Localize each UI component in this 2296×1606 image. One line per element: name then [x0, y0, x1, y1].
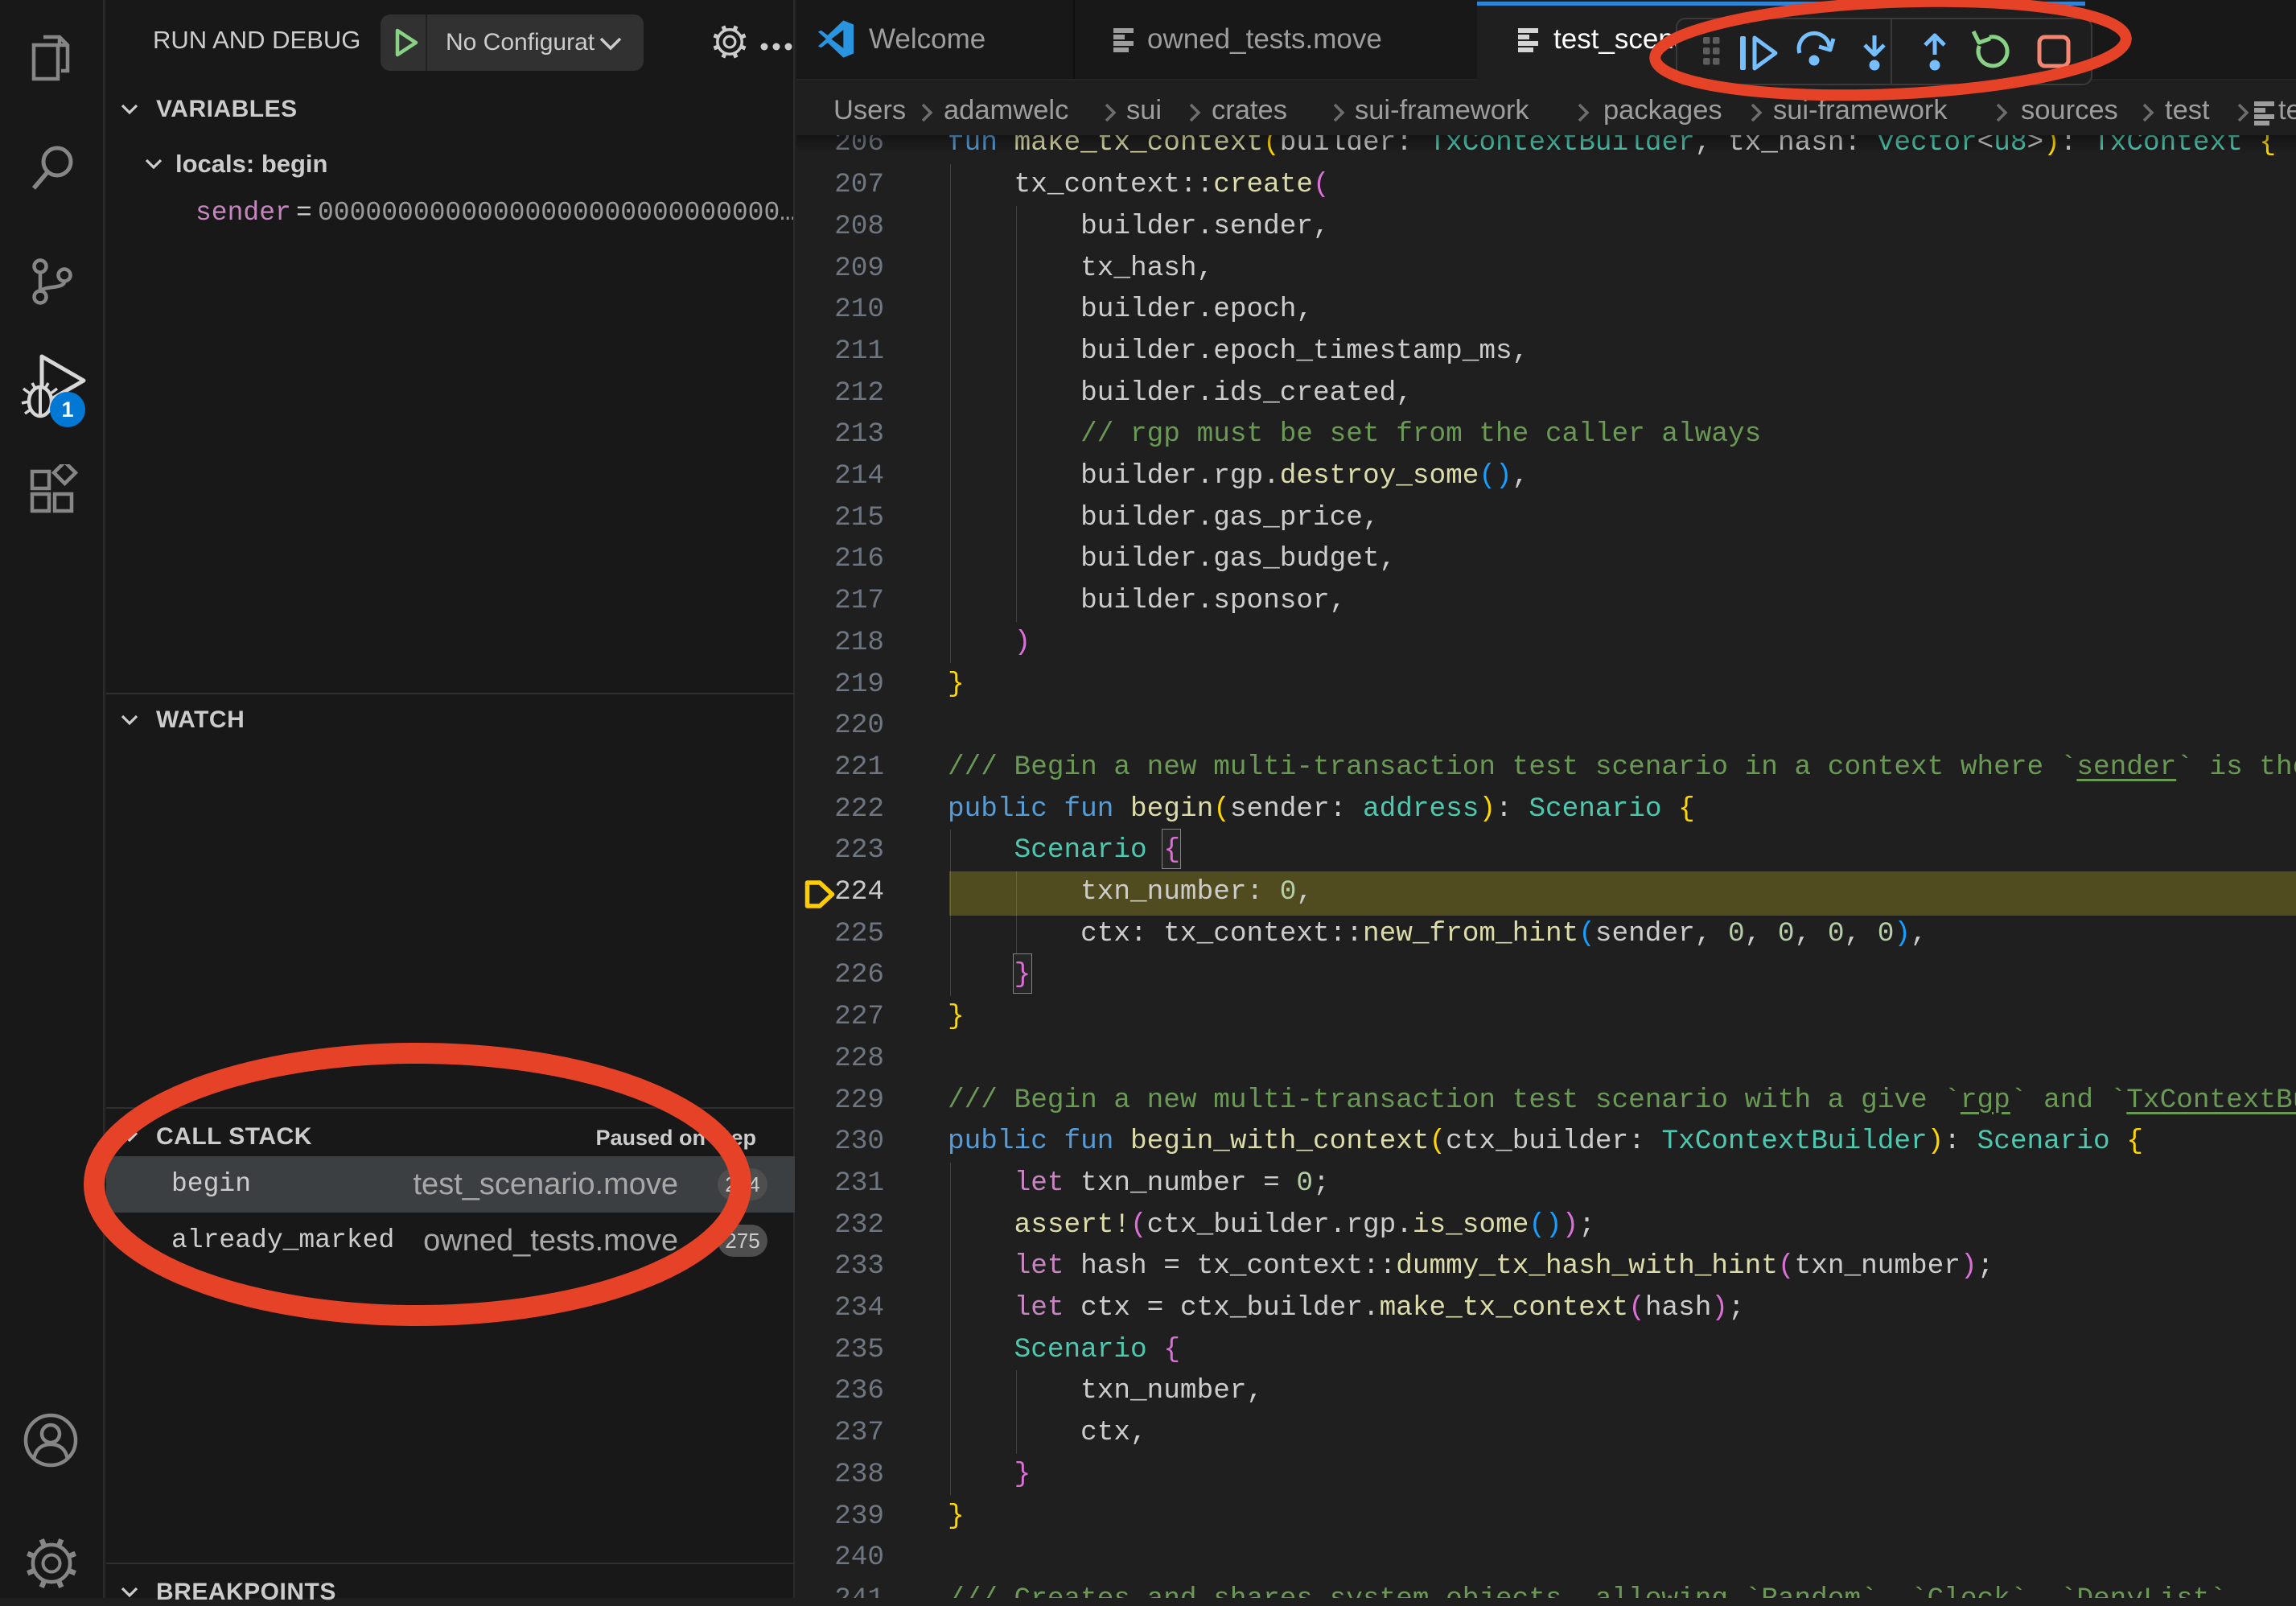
- svg-text:1: 1: [61, 397, 73, 422]
